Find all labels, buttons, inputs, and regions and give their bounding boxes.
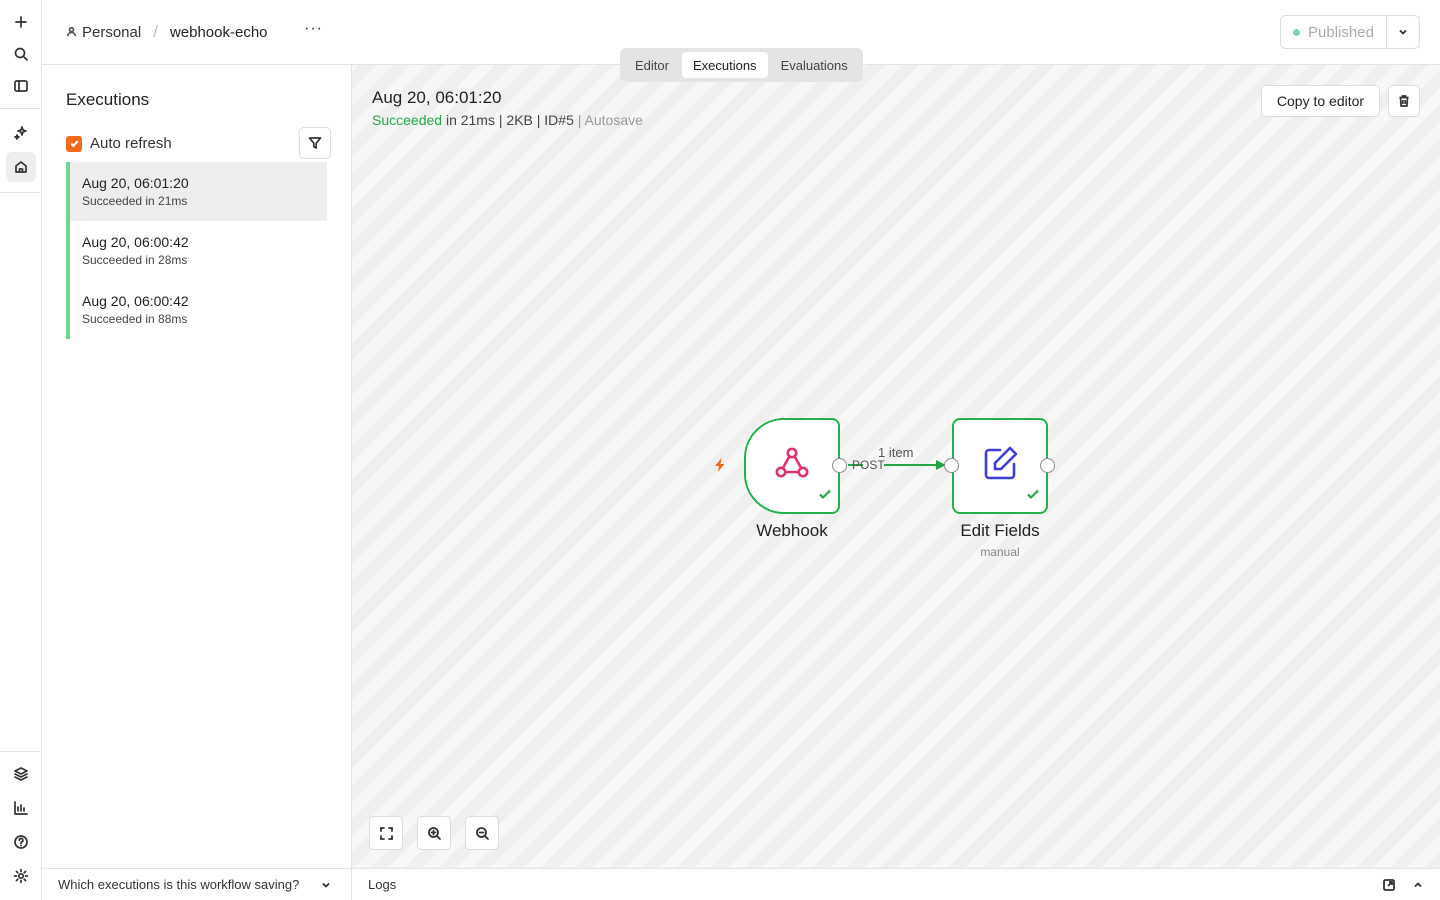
executions-title: Executions (66, 90, 150, 109)
help-icon[interactable] (6, 827, 36, 857)
connection-output-label: POST (852, 458, 885, 472)
execution-duration: in 21ms (445, 112, 495, 128)
insights-icon[interactable] (6, 793, 36, 823)
chevron-up-icon[interactable] (1411, 878, 1425, 897)
execution-mode: Autosave (584, 112, 643, 128)
execution-status: Succeeded in 28ms (82, 253, 188, 267)
publish-control[interactable]: Published (1280, 15, 1420, 49)
execution-time: Aug 20, 06:00:42 (82, 293, 189, 309)
workflow-canvas[interactable]: Aug 20, 06:01:20 Succeeded in 21ms | 2KB… (352, 65, 1440, 868)
execution-status: Succeeded in 21ms (82, 194, 188, 208)
zoom-out-button[interactable] (465, 816, 499, 850)
auto-refresh-toggle[interactable]: Auto refresh (66, 135, 172, 152)
home-icon[interactable] (6, 152, 36, 182)
delete-execution-button[interactable] (1388, 85, 1420, 117)
execution-list-item[interactable]: Aug 20, 06:00:42 Succeeded in 88ms (66, 280, 327, 339)
execution-time: Aug 20, 06:01:20 (82, 175, 189, 191)
zoom-in-button[interactable] (417, 816, 451, 850)
edit-fields-output-port[interactable] (1040, 458, 1055, 473)
executions-panel: Executions Auto refresh Aug 20, 06:01:20… (42, 65, 352, 868)
check-icon (70, 140, 79, 148)
zoom-out-icon (475, 826, 489, 840)
saving-question: Which executions is this workflow saving… (58, 877, 300, 892)
fit-view-button[interactable] (369, 816, 403, 850)
auto-refresh-checkbox[interactable] (66, 135, 82, 152)
success-check-icon (1026, 487, 1040, 506)
templates-icon[interactable] (6, 759, 36, 789)
saving-settings-toggle[interactable]: Which executions is this workflow saving… (42, 868, 352, 900)
plus-icon[interactable] (6, 7, 36, 37)
connection-items-label: 1 item (878, 445, 914, 460)
breadcrumb-separator: / (153, 22, 158, 41)
copy-to-editor-button[interactable]: Copy to editor (1261, 85, 1380, 117)
execution-status-text: Succeeded (372, 112, 443, 128)
webhook-node[interactable] (744, 418, 840, 514)
webhook-icon (770, 442, 814, 491)
sidebar-toggle-icon[interactable] (6, 71, 36, 101)
logs-label: Logs (368, 877, 397, 892)
rail-divider (0, 751, 41, 752)
workflow-name[interactable]: webhook-echo (170, 24, 268, 41)
more-options-button[interactable]: ··· (304, 20, 323, 38)
execution-status: Succeeded in 88ms (82, 312, 188, 326)
tab-editor[interactable]: Editor (624, 52, 680, 78)
execution-list-item[interactable]: Aug 20, 06:00:42 Succeeded in 28ms (66, 221, 327, 280)
edit-icon (978, 442, 1022, 491)
rail-divider (0, 108, 41, 109)
execution-detail-title: Aug 20, 06:01:20 (372, 88, 502, 107)
tab-executions[interactable]: Executions (681, 52, 768, 78)
publish-dropdown-button[interactable] (1387, 16, 1419, 48)
edit-fields-node-label: Edit Fields (960, 521, 1040, 540)
auto-refresh-label: Auto refresh (90, 135, 172, 152)
breadcrumb: Personal / webhook-echo (66, 22, 268, 42)
icon-rail (0, 0, 42, 900)
execution-list-item[interactable]: Aug 20, 06:01:20 Succeeded in 21ms (66, 162, 327, 221)
sparkles-icon[interactable] (6, 118, 36, 148)
success-check-icon (818, 487, 832, 506)
project-link[interactable]: Personal (82, 24, 141, 41)
zoom-in-icon (427, 826, 441, 840)
filter-button[interactable] (299, 127, 331, 159)
trigger-bolt-icon (712, 457, 728, 478)
published-button[interactable]: Published (1281, 16, 1387, 48)
published-label: Published (1308, 23, 1374, 41)
meta-separator: | (498, 112, 503, 128)
edit-fields-node-subtitle: manual (980, 545, 1020, 559)
user-icon (66, 24, 82, 41)
edit-fields-input-port[interactable] (944, 458, 959, 473)
search-icon[interactable] (6, 39, 36, 69)
node-connection (848, 460, 946, 470)
execution-time: Aug 20, 06:00:42 (82, 234, 189, 250)
trash-icon (1399, 95, 1409, 107)
settings-icon[interactable] (6, 861, 36, 891)
filter-icon (308, 137, 322, 149)
tab-evaluations[interactable]: Evaluations (770, 52, 859, 78)
meta-separator: | (536, 112, 541, 128)
webhook-node-label: Webhook (756, 521, 828, 540)
fit-view-icon (379, 826, 393, 840)
edit-fields-node[interactable] (952, 418, 1048, 514)
chevron-down-icon (1399, 29, 1407, 35)
rail-divider (0, 192, 41, 193)
view-tabs: Editor Executions Evaluations (620, 48, 863, 82)
chevron-down-icon (322, 882, 330, 888)
published-status-dot (1293, 28, 1301, 36)
execution-detail-meta: Succeeded in 21ms | 2KB | ID#5 | Autosav… (372, 112, 643, 128)
execution-size: 2KB (506, 112, 533, 128)
execution-id: ID#5 (544, 112, 574, 128)
pop-out-icon[interactable] (1382, 878, 1396, 897)
logs-bar[interactable]: Logs (352, 868, 1440, 900)
webhook-output-port[interactable] (832, 458, 847, 473)
meta-separator: | (577, 112, 582, 128)
